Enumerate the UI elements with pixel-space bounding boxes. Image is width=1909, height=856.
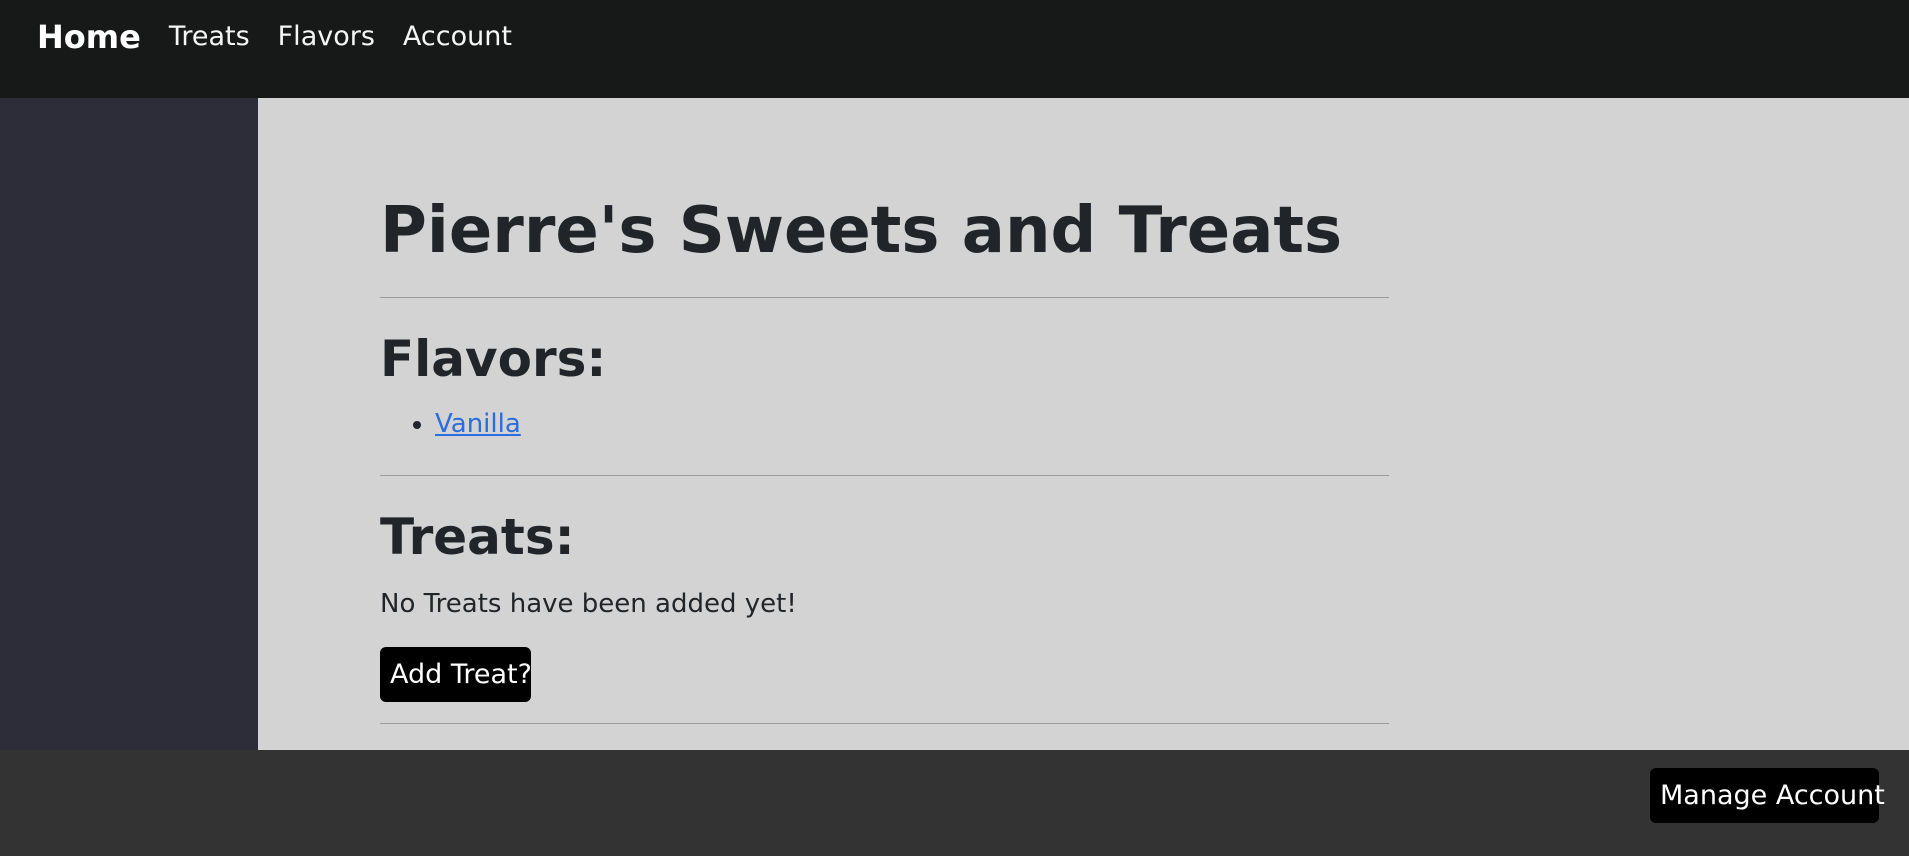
list-item: Vanilla xyxy=(435,408,521,440)
top-navbar: Home Treats Flavors Account xyxy=(0,0,1909,98)
treats-heading: Treats: xyxy=(380,508,575,566)
nav-home-link[interactable]: Home xyxy=(37,18,141,56)
manage-account-button[interactable]: Manage Account xyxy=(1650,768,1885,823)
nav-flavors-link[interactable]: Flavors xyxy=(278,18,375,56)
nav-treats-link[interactable]: Treats xyxy=(169,18,250,56)
page-title: Pierre's Sweets and Treats xyxy=(380,194,1343,268)
footer: Manage Account xyxy=(0,750,1909,856)
flavors-heading: Flavors: xyxy=(380,330,607,388)
flavor-list: Vanilla xyxy=(380,408,521,440)
sidebar xyxy=(0,98,258,750)
divider xyxy=(380,297,1389,298)
add-treat-button[interactable]: Add Treat? xyxy=(380,647,532,702)
flavor-link-vanilla[interactable]: Vanilla xyxy=(435,409,521,439)
nav-account-link[interactable]: Account xyxy=(403,18,512,56)
treats-empty-message: No Treats have been added yet! xyxy=(380,589,797,619)
main-content: Pierre's Sweets and Treats Flavors: Vani… xyxy=(258,98,1909,750)
divider xyxy=(380,723,1389,724)
divider xyxy=(380,475,1389,476)
